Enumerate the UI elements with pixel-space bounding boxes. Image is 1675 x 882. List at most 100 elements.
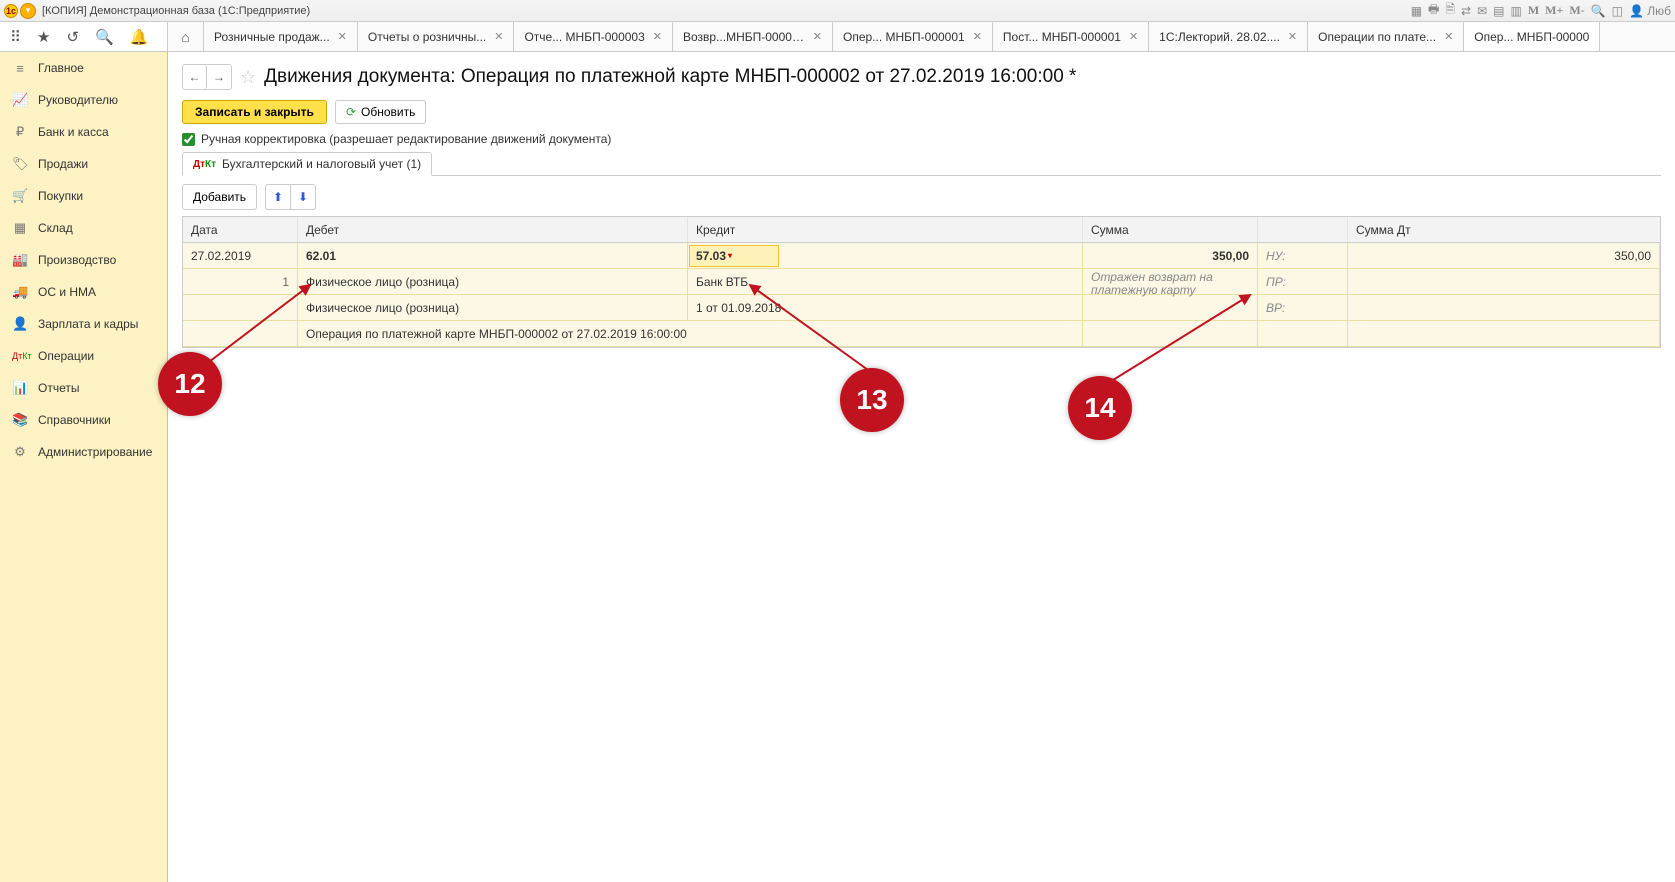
boxes-icon: ▦: [12, 220, 28, 236]
page-header: ← → ☆ Движения документа: Операция по пл…: [182, 64, 1661, 90]
sidebar-label: Производство: [38, 253, 116, 267]
refresh-button[interactable]: ⟳Обновить: [335, 100, 426, 124]
dropdown-icon[interactable]: ▾: [20, 3, 36, 19]
bell-icon[interactable]: 🔔: [130, 28, 149, 46]
panel-icon[interactable]: ◫: [1612, 4, 1623, 18]
cell-debit-sub2[interactable]: Физическое лицо (розница): [298, 295, 688, 320]
callout-13: 13: [840, 368, 904, 432]
app-logo-icon: 1c: [4, 4, 18, 18]
sidebar-label: Покупки: [38, 189, 83, 203]
close-icon[interactable]: ✕: [973, 30, 982, 43]
tab-8[interactable]: Опер... МНБП-00000: [1464, 22, 1600, 51]
search-tool-icon[interactable]: 🔍: [95, 28, 114, 46]
table-header: Дата Дебет Кредит Сумма Сумма Дт: [183, 217, 1660, 243]
close-icon[interactable]: ✕: [813, 30, 822, 43]
sidebar-item-sales[interactable]: 🏷Продажи: [0, 148, 167, 180]
close-icon[interactable]: ✕: [338, 30, 347, 43]
col-debit: Дебет: [298, 217, 688, 242]
cell-amount[interactable]: 350,00: [1083, 243, 1258, 268]
close-icon[interactable]: ✕: [494, 30, 503, 43]
col-date: Дата: [183, 217, 298, 242]
add-button[interactable]: Добавить: [182, 184, 257, 210]
manual-edit-label: Ручная корректировка (разрешает редактир…: [201, 132, 611, 146]
col-spacer: [1258, 217, 1348, 242]
sidebar-item-operations[interactable]: ДтКт Операции: [0, 340, 167, 372]
sidebar-label: Администрирование: [38, 445, 152, 459]
table-row[interactable]: 27.02.2019 62.01 57.03▾ 350,00 НУ: 350,0…: [183, 243, 1660, 347]
sidebar-label: Главное: [38, 61, 84, 75]
sidebar-label: Руководителю: [38, 93, 118, 107]
callout-12: 12: [158, 352, 222, 416]
tab-7[interactable]: Операции по плате...✕: [1308, 22, 1464, 51]
tab-1[interactable]: Отчеты о розничны...✕: [358, 22, 515, 51]
tab-2[interactable]: Отче... МНБП-000003✕: [514, 22, 673, 51]
grid-icon[interactable]: ▦: [1411, 4, 1422, 18]
document-icon[interactable]: 🗎: [1445, 0, 1455, 21]
arrow-12: [200, 280, 330, 380]
quick-tools: ⠿ ★ ↺ 🔍 🔔: [0, 22, 168, 51]
m-button[interactable]: M: [1528, 3, 1539, 18]
tab-3[interactable]: Возвр...МНБП-000001✕: [673, 22, 833, 51]
mminus-button[interactable]: M-: [1569, 3, 1584, 18]
tab-0[interactable]: Розничные продаж...✕: [204, 22, 358, 51]
chart-up-icon: 📈: [12, 92, 28, 108]
print-icon[interactable]: 🖶: [1428, 0, 1439, 21]
star-icon[interactable]: ★: [37, 28, 50, 46]
menu-icon: ≡: [12, 61, 28, 76]
dtkt-icon: ДтКт: [12, 351, 28, 361]
sidebar-label: ОС и НМА: [38, 285, 96, 299]
sidebar-item-reports[interactable]: 📊Отчеты: [0, 372, 167, 404]
cell-debit-sub1[interactable]: Физическое лицо (розница): [298, 269, 688, 294]
save-close-button[interactable]: Записать и закрыть: [182, 100, 327, 124]
cell-vr: ВР:: [1258, 295, 1348, 320]
close-icon[interactable]: ✕: [1129, 30, 1138, 43]
cell-date[interactable]: 27.02.2019: [183, 243, 298, 268]
apps-icon[interactable]: ⠿: [10, 28, 21, 46]
sidebar-item-directories[interactable]: 📚Справочники: [0, 404, 167, 436]
sidebar-item-production[interactable]: 🏭Производство: [0, 244, 167, 276]
forward-button[interactable]: →: [207, 65, 231, 89]
history-icon[interactable]: ↺: [66, 28, 79, 46]
manual-edit-checkbox[interactable]: [182, 133, 195, 146]
sidebar-item-admin[interactable]: ⚙Администрирование: [0, 436, 167, 468]
calendar-icon[interactable]: ▤: [1493, 4, 1504, 18]
tab-5[interactable]: Пост... МНБП-000001✕: [993, 22, 1149, 51]
sidebar-label: Зарплата и кадры: [38, 317, 138, 331]
sidebar-label: Операции: [38, 349, 94, 363]
sidebar-item-assets[interactable]: 🚚 ОС и НМА: [0, 276, 167, 308]
move-up-button[interactable]: ⬆: [265, 184, 291, 210]
cell-debit-account[interactable]: 62.01: [298, 243, 688, 268]
sidebar-item-warehouse[interactable]: ▦Склад: [0, 212, 167, 244]
close-icon[interactable]: ✕: [653, 30, 662, 43]
move-down-button[interactable]: ⬇: [290, 184, 316, 210]
col-amount: Сумма: [1083, 217, 1258, 242]
cell-credit-account[interactable]: 57.03▾: [688, 243, 1083, 268]
content-area: ← → ☆ Движения документа: Операция по пл…: [168, 52, 1675, 882]
search-icon[interactable]: 🔍: [1591, 4, 1606, 18]
truck-icon: 🚚: [12, 284, 28, 300]
sidebar-item-salary[interactable]: 👤Зарплата и кадры: [0, 308, 167, 340]
inner-tabs: ДтКт Бухгалтерский и налоговый учет (1): [182, 152, 1661, 176]
title-bar: 1c ▾ [КОПИЯ] Демонстрационная база (1С:П…: [0, 0, 1675, 22]
sidebar-item-manager[interactable]: 📈 Руководителю: [0, 84, 167, 116]
ruble-icon: ₽: [12, 124, 28, 140]
mail-icon[interactable]: ✉: [1477, 4, 1487, 18]
move-buttons: ⬆ ⬇: [265, 184, 316, 210]
cell-debit-sub3[interactable]: Операция по платежной карте МНБП-000002 …: [298, 321, 1083, 346]
sidebar-item-purchases[interactable]: 🛒Покупки: [0, 180, 167, 212]
back-button[interactable]: ←: [183, 65, 207, 89]
mplus-button[interactable]: M+: [1545, 3, 1563, 18]
compare-icon[interactable]: ⇄: [1461, 4, 1471, 18]
calculator-icon[interactable]: ▥: [1511, 4, 1522, 18]
close-icon[interactable]: ✕: [1444, 30, 1453, 43]
user-icon[interactable]: 👤 Люб: [1629, 4, 1671, 18]
sidebar-item-bank[interactable]: ₽ Банк и касса: [0, 116, 167, 148]
tab-4[interactable]: Опер... МНБП-000001✕: [833, 22, 993, 51]
home-tab[interactable]: ⌂: [168, 22, 204, 51]
sidebar-item-main[interactable]: ≡ Главное: [0, 52, 167, 84]
sidebar-label: Банк и касса: [38, 125, 109, 139]
close-icon[interactable]: ✕: [1288, 30, 1297, 43]
tab-6[interactable]: 1С:Лекторий. 28.02....✕: [1149, 22, 1308, 51]
favorite-star-icon[interactable]: ☆: [240, 67, 256, 88]
accounting-tab[interactable]: ДтКт Бухгалтерский и налоговый учет (1): [182, 152, 432, 176]
